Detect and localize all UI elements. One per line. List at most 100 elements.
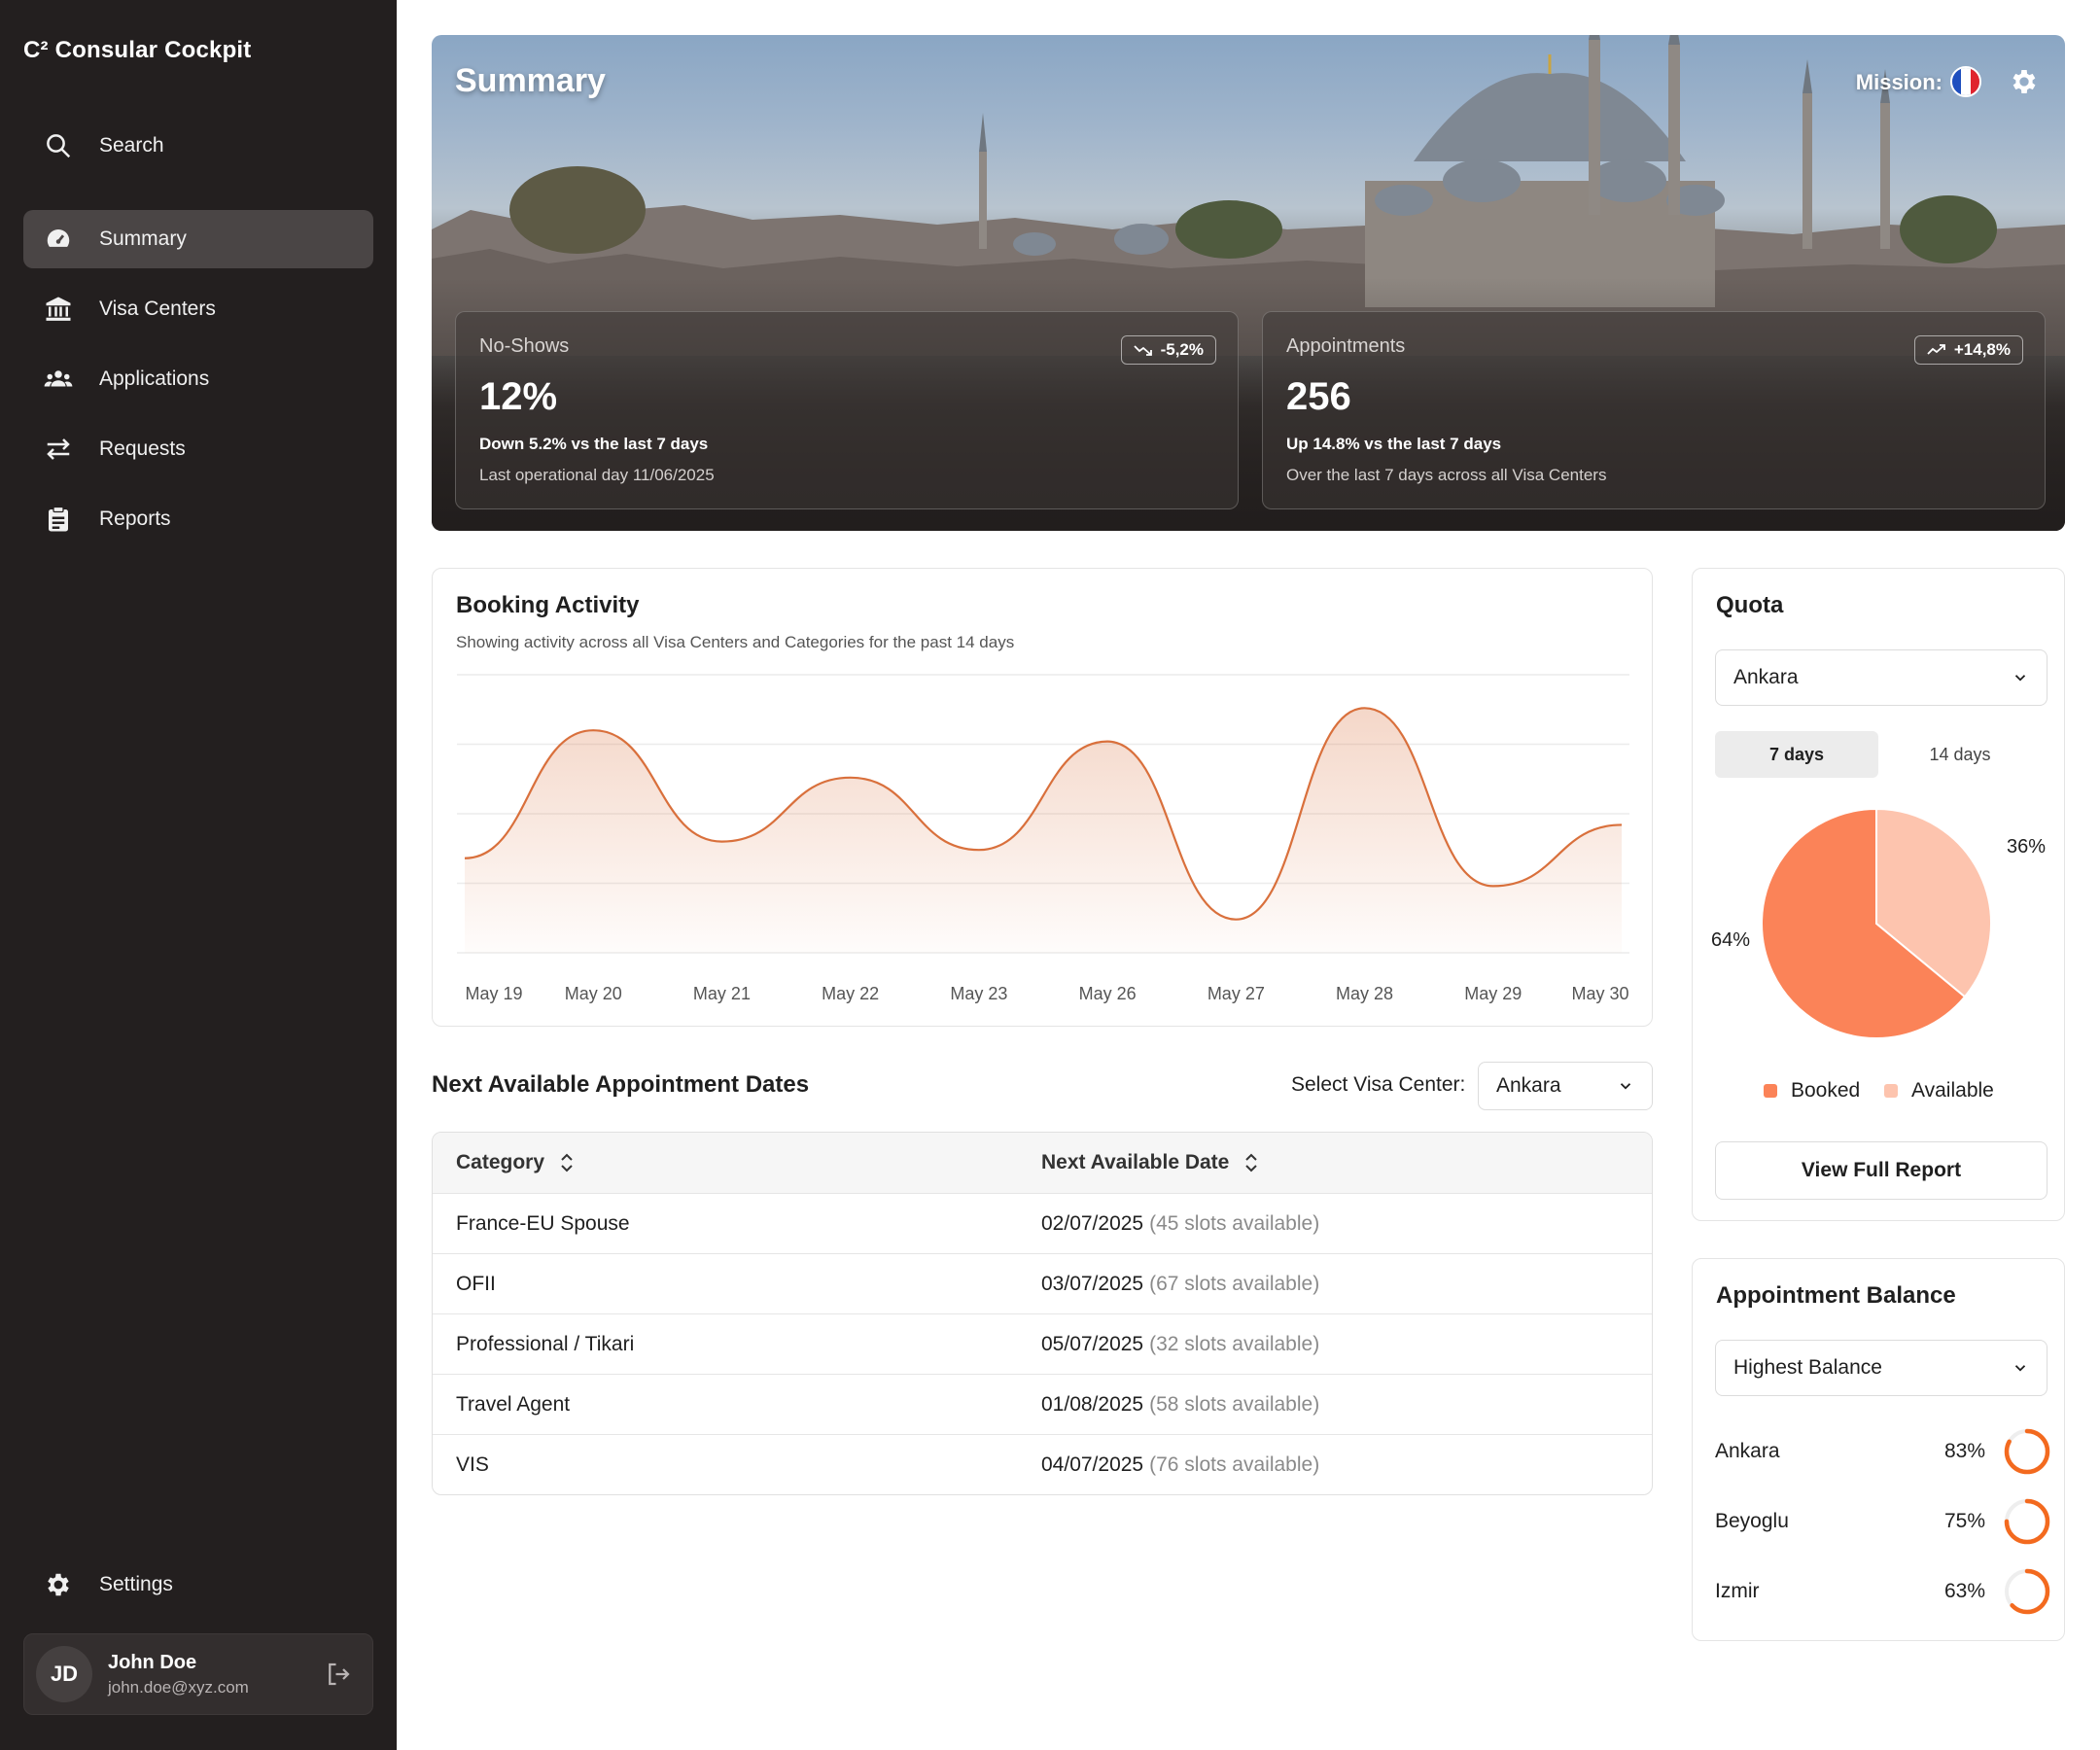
sidebar-item-summary[interactable]: Summary (23, 210, 373, 268)
balance-row: Ankara 83% (1715, 1427, 2051, 1476)
page-title: Summary (455, 62, 606, 99)
balance-percent: 75% (1943, 1510, 1985, 1532)
slots-cell: (67 slots available) (1149, 1272, 1320, 1295)
category-cell: France-EU Spouse (456, 1211, 630, 1235)
stat-note: Over the last 7 days across all Visa Cen… (1286, 466, 1607, 484)
column-header-date[interactable]: Next Available Date (1041, 1151, 1652, 1174)
sidebar-item-applications[interactable]: Applications (23, 350, 373, 408)
sidebar-item-label: Reports (99, 508, 171, 530)
table-row[interactable]: Professional / Tikari 05/07/2025 (32 slot… (433, 1313, 1652, 1374)
table-row[interactable]: OFII 03/07/2025 (67 slots available) (433, 1253, 1652, 1313)
trending-up-icon (1927, 344, 1945, 355)
available-percent-label: 36% (2007, 836, 2047, 858)
tab-7-days[interactable]: 7 days (1715, 731, 1878, 778)
quota-center-select[interactable]: Ankara (1715, 649, 2048, 706)
table-row[interactable]: France-EU Spouse 02/07/2025 (45 slots ava… (433, 1193, 1652, 1253)
trend-badge: -5,2% (1120, 335, 1216, 365)
x-tick-label: May 28 (1336, 984, 1394, 1003)
center-name: Beyoglu (1715, 1510, 1789, 1532)
category-cell: Travel Agent (456, 1392, 571, 1416)
people-icon (43, 364, 74, 395)
france-flag-icon[interactable] (1950, 66, 1981, 97)
trend-badge: +14,8% (1913, 335, 2023, 365)
sidebar-item-label: Applications (99, 368, 210, 390)
gear-icon (43, 1569, 74, 1600)
slots-cell: (45 slots available) (1149, 1211, 1320, 1235)
sidebar-item-visa-centers[interactable]: Visa Centers (23, 280, 373, 338)
stat-value: 256 (1286, 375, 1351, 418)
x-tick-label: May 29 (1464, 984, 1522, 1003)
date-cell: 05/07/2025 (1041, 1332, 1144, 1355)
table-row[interactable]: VIS 04/07/2025 (76 slots available) (433, 1434, 1652, 1494)
slots-cell: (76 slots available) (1149, 1452, 1320, 1476)
sidebar-item-label: Visa Centers (99, 298, 216, 320)
user-card[interactable]: JD John Doe john.doe@xyz.com (23, 1633, 373, 1715)
center-name: Ankara (1715, 1440, 1780, 1462)
column-header-category[interactable]: Category (433, 1151, 1041, 1174)
table-header: Category Next Available Date (433, 1133, 1652, 1193)
x-tick-label: May 30 (1571, 984, 1629, 1003)
stat-trend-text: Down 5.2% vs the last 7 days (479, 435, 709, 453)
user-name: John Doe (108, 1651, 197, 1673)
chevron-down-icon (1620, 1083, 1631, 1090)
legend-swatch (1884, 1084, 1898, 1098)
user-email: john.doe@xyz.com (108, 1677, 249, 1697)
progress-ring (2004, 1498, 2050, 1545)
sidebar-item-requests[interactable]: Requests (23, 420, 373, 478)
view-full-report-button[interactable]: View Full Report (1715, 1141, 2048, 1200)
progress-ring (2004, 1428, 2050, 1475)
balance-sort-select[interactable]: Highest Balance (1715, 1340, 2048, 1396)
category-cell: VIS (456, 1452, 489, 1476)
x-tick-label: May 21 (692, 984, 751, 1003)
gear-icon[interactable] (2009, 66, 2040, 97)
legend-label: Booked (1791, 1079, 1861, 1102)
settings-label: Settings (99, 1573, 173, 1595)
select-value: Ankara (1733, 666, 1799, 688)
x-tick-label: May 22 (822, 984, 880, 1003)
no-shows-card: No-Shows 12% Down 5.2% vs the last 7 day… (455, 311, 1239, 509)
stat-label: No-Shows (479, 335, 570, 357)
balance-percent: 83% (1943, 1440, 1985, 1462)
legend-booked: Booked (1764, 1079, 1860, 1102)
select-value: Ankara (1496, 1074, 1561, 1097)
card-subtitle: Showing activity across all Visa Centers… (456, 633, 1015, 651)
stat-label: Appointments (1286, 335, 1406, 357)
column-label: Next Available Date (1041, 1151, 1230, 1173)
next-dates-table: Category Next Available Date France-EU S… (432, 1132, 1653, 1495)
chevron-down-icon (2014, 1365, 2026, 1372)
column-label: Category (456, 1151, 545, 1173)
legend-swatch (1764, 1084, 1777, 1098)
visa-center-select[interactable]: Ankara (1478, 1062, 1653, 1110)
settings-button[interactable]: Settings (23, 1556, 373, 1614)
center-name: Izmir (1715, 1580, 1760, 1602)
swap-icon (43, 434, 74, 465)
sidebar-item-reports[interactable]: Reports (23, 490, 373, 548)
stat-note: Last operational day 11/06/2025 (479, 466, 715, 484)
x-tick-label: May 19 (465, 984, 523, 1003)
select-label: Select Visa Center: (1291, 1073, 1466, 1096)
slots-cell: (32 slots available) (1149, 1332, 1320, 1355)
appointments-card: Appointments 256 Up 14.8% vs the last 7 … (1262, 311, 2046, 509)
trending-down-icon (1133, 345, 1152, 356)
period-toggle: 7 days 14 days (1715, 731, 2042, 778)
tab-14-days[interactable]: 14 days (1878, 731, 2042, 778)
logout-icon[interactable] (324, 1660, 353, 1689)
x-tick-label: May 27 (1207, 984, 1265, 1003)
sidebar-item-label: Summary (99, 228, 187, 250)
date-cell: 03/07/2025 (1041, 1272, 1144, 1295)
gauge-icon (43, 224, 74, 255)
legend-label: Available (1911, 1079, 1994, 1102)
sidebar: C² Consular Cockpit Search Summary Visa … (0, 0, 397, 1750)
quota-pie-chart (1761, 807, 1992, 1039)
x-tick-label: May 20 (564, 984, 622, 1003)
slots-cell: (58 slots available) (1149, 1392, 1320, 1416)
card-title: Quota (1716, 592, 1784, 618)
search-button[interactable]: Search (23, 117, 373, 175)
stat-trend-text: Up 14.8% vs the last 7 days (1286, 435, 1502, 453)
trend-value: -5,2% (1160, 340, 1204, 359)
stat-value: 12% (479, 375, 558, 418)
balance-percent: 63% (1943, 1580, 1985, 1602)
table-row[interactable]: Travel Agent 01/08/2025 (58 slots availab… (433, 1374, 1652, 1434)
x-tick-label: May 26 (1078, 984, 1137, 1003)
trend-value: +14,8% (1953, 340, 2011, 359)
